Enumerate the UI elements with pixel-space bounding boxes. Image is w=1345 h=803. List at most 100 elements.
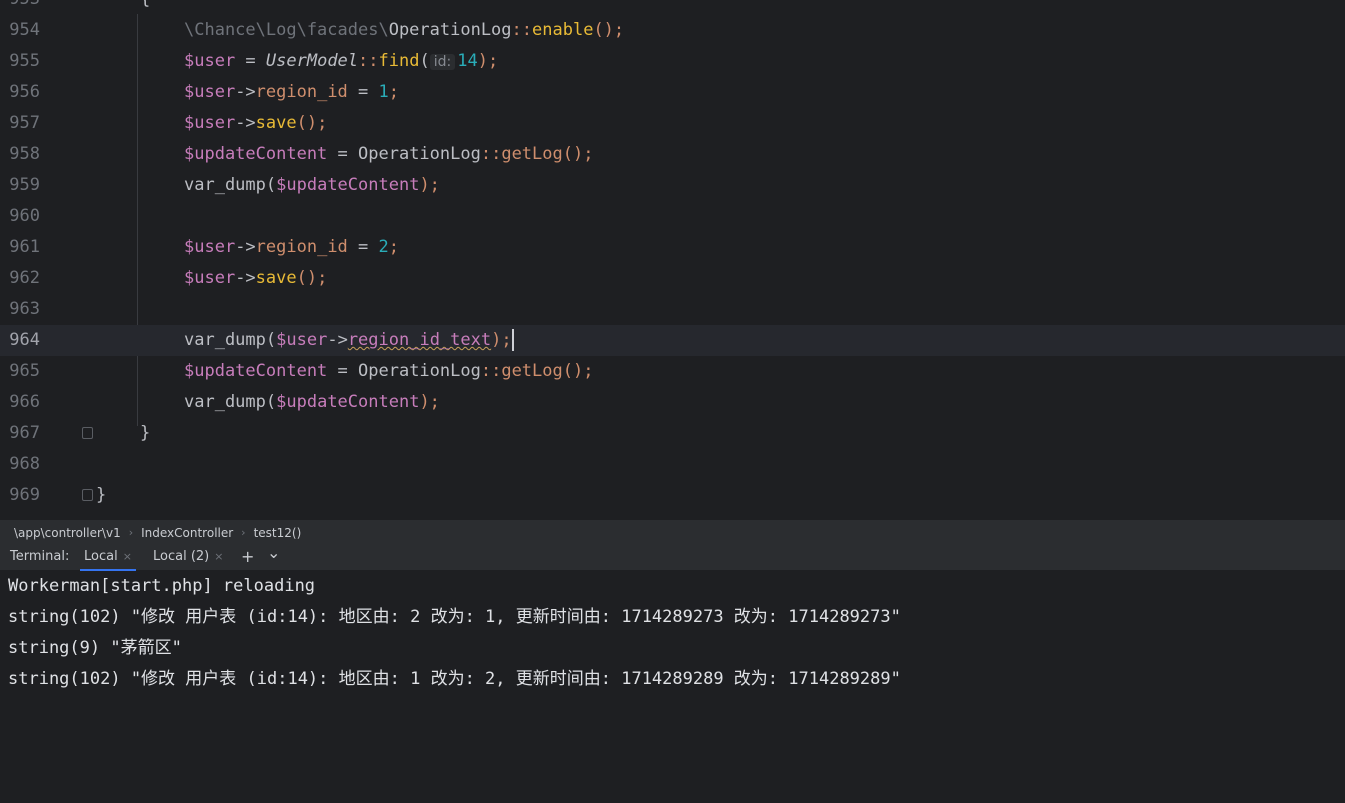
property: region_id [255,82,348,102]
breadcrumb-class[interactable]: IndexController [141,526,233,540]
code-line-960[interactable]: 960 [0,201,1345,232]
punctuation: ); [419,392,440,412]
code-text: $updateContent = OperationLog::getLog(); [184,139,593,170]
operator: -> [327,330,348,350]
punctuation: ( [265,175,277,195]
code-line-964-current[interactable]: 964 var_dump($user->region_id_text); [0,325,1345,356]
breadcrumb-method[interactable]: test12() [254,526,302,540]
variable: $user [184,82,236,102]
line-number: 956 [9,82,40,102]
punctuation: ; [388,237,400,257]
code-line-966[interactable]: 966 var_dump($updateContent); [0,387,1345,418]
code-text: $user->save(); [184,108,327,139]
punctuation: ); [477,51,499,71]
operator: :: [358,51,379,71]
number-literal: 14 [457,51,478,71]
terminal-line: string(102) "修改 用户表 (id:14): 地区由: 2 改为: … [8,607,901,627]
operator: -> [235,82,256,102]
code-line-969[interactable]: 969 } [0,480,1345,511]
line-number: 967 [9,423,40,443]
terminal-line: Workerman[start.php] reloading [8,576,316,596]
fold-marker-icon[interactable] [82,427,93,439]
chevron-down-icon[interactable]: ⌄ [267,541,280,565]
punctuation: ( [419,51,430,71]
line-number: 955 [9,51,40,71]
code-line-959[interactable]: 959 var_dump($updateContent); [0,170,1345,201]
variable: $updateContent [184,144,328,164]
code-text: var_dump($user->region_id_text); [184,325,514,356]
code-text: $user->region_id = 2; [184,232,399,263]
line-number: 959 [9,175,40,195]
operator: :: [480,144,502,164]
number-literal: 1 [378,82,389,102]
method-name: getLog [501,361,563,381]
code-text: } [140,423,151,443]
variable: $updateContent [184,361,328,381]
punctuation: ; [388,82,400,102]
operator: -> [235,113,256,133]
line-number: 953 [0,0,40,15]
punctuation: (); [296,113,328,133]
code-line-963[interactable]: 963 [0,294,1345,325]
operator: -> [235,268,256,288]
tab-local-2[interactable]: Local (2) × [149,545,227,569]
variable: $updateContent [276,392,420,412]
code-line-957[interactable]: 957 $user->save(); [0,108,1345,139]
code-editor[interactable]: 953 { 954 \Chance\Log\facades\OperationL… [0,0,1345,520]
method-name: find [378,51,420,71]
operator: -> [235,237,256,257]
fold-marker-icon[interactable] [82,489,93,501]
code-line-965[interactable]: 965 $updateContent = OperationLog::getLo… [0,356,1345,387]
tab-label: Local [84,549,118,564]
code-line-967[interactable]: 967 } [0,418,1345,449]
code-line-956[interactable]: 956 $user->region_id = 1; [0,77,1345,108]
tab-local[interactable]: Local × [80,545,136,571]
code-line-953[interactable]: 953 { [0,0,1345,15]
variable: $user [184,268,236,288]
code-text: var_dump($updateContent); [184,387,440,418]
terminal-tab-bar: Terminal: Local × Local (2) × + ⌄ [0,543,1345,571]
add-tab-icon[interactable]: + [241,545,254,569]
line-number: 966 [9,392,40,412]
line-number: 958 [9,144,40,164]
operator: = [347,237,379,257]
function-name: var_dump [184,392,266,412]
method-name: getLog [501,144,563,164]
variable: $user [276,330,328,350]
code-line-958[interactable]: 958 $updateContent = OperationLog::getLo… [0,139,1345,170]
code-line-954[interactable]: 954 \Chance\Log\facades\OperationLog::en… [0,15,1345,46]
line-number: 961 [9,237,40,257]
tab-label: Local (2) [153,549,210,564]
close-icon[interactable]: × [214,550,223,563]
line-number: 957 [9,113,40,133]
code-line-961[interactable]: 961 $user->region_id = 2; [0,232,1345,263]
code-text: $user->region_id = 1; [184,77,399,108]
close-icon[interactable]: × [123,550,132,563]
punctuation: (); [593,20,625,40]
punctuation: (); [562,361,594,381]
terminal-output[interactable]: Workerman[start.php] reloading string(10… [0,571,1345,803]
operator: :: [511,20,533,40]
operator: = [327,361,359,381]
class-name: UserModel [265,51,359,71]
method-name: save [255,113,297,133]
line-number: 954 [9,20,40,40]
code-text: } [96,485,107,505]
class-name: OperationLog [358,144,481,164]
code-text: $user = UserModel::find(id: 14); [184,46,498,78]
breadcrumb-namespace[interactable]: \app\controller\v1 [14,526,121,540]
code-text: var_dump($updateContent); [184,170,440,201]
code-line-962[interactable]: 962 $user->save(); [0,263,1345,294]
code-line-955[interactable]: 955 $user = UserModel::find(id: 14); [0,46,1345,77]
breadcrumb: \app\controller\v1 › IndexController › t… [0,520,1345,545]
line-number: 964 [9,330,40,350]
chevron-right-icon: › [241,526,246,539]
text-caret [511,329,514,351]
method-name: save [255,268,297,288]
variable: $user [184,237,236,257]
punctuation: ( [265,392,277,412]
punctuation: ); [491,330,512,350]
parameter-hint: id: [429,54,456,70]
code-line-968[interactable]: 968 [0,449,1345,480]
line-number: 965 [9,361,40,381]
